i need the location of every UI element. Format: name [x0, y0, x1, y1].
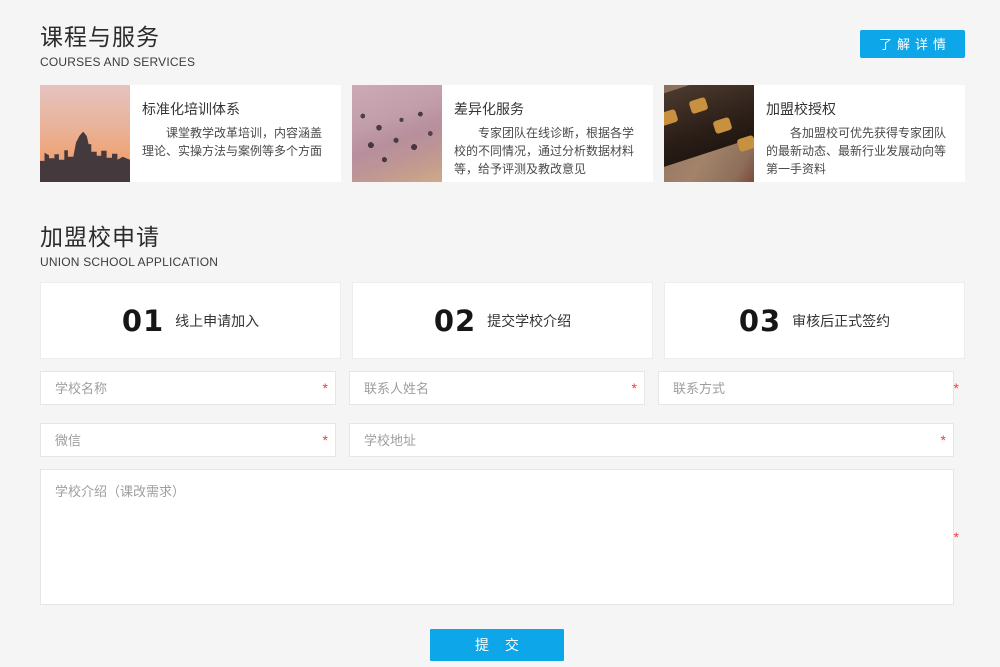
step-label: 线上申请加入	[175, 311, 259, 331]
school-intro-textarea[interactable]	[40, 469, 954, 605]
form-row-2: * *	[40, 423, 954, 457]
application-title: 加盟校申请	[40, 218, 965, 252]
submit-row: 提 交	[40, 629, 954, 661]
service-card-authorization: 加盟校授权 各加盟校可优先获得专家团队的最新动态、最新行业发展动向等第一手资料	[664, 85, 965, 182]
learn-more-button[interactable]: 了解详情	[860, 30, 965, 58]
card-description: 专家团队在线诊断，根据各学校的不同情况，通过分析数据材料等，给予评测及教改意见	[454, 124, 641, 178]
step-number: 01	[122, 304, 164, 338]
courses-heading-block: 课程与服务 COURSES AND SERVICES	[40, 18, 195, 69]
film-strip-image	[664, 85, 754, 182]
card-title: 加盟校授权	[766, 99, 953, 119]
card-description: 课堂教学改革培训，内容涵盖理论、实操方法与案例等多个方面	[142, 124, 329, 160]
application-steps: 01 线上申请加入 02 提交学校介绍 03 审核后正式签约	[40, 282, 965, 359]
contact-phone-input[interactable]	[658, 371, 954, 405]
required-asterisk: *	[323, 381, 328, 395]
required-asterisk: *	[323, 433, 328, 447]
required-asterisk: *	[941, 433, 946, 447]
required-asterisk: *	[632, 381, 637, 395]
page-content: 课程与服务 COURSES AND SERVICES 了解详情 标准化培训体系 …	[40, 0, 965, 661]
wechat-input[interactable]	[40, 423, 336, 457]
courses-title: 课程与服务	[40, 18, 195, 52]
application-form: * * * * * *	[40, 371, 954, 661]
submit-button[interactable]: 提 交	[430, 629, 564, 661]
step-label: 提交学校介绍	[487, 311, 571, 331]
step-3-sign-contract: 03 审核后正式签约	[664, 282, 965, 359]
form-row-3: *	[40, 469, 954, 605]
film-band	[664, 85, 754, 171]
contact-name-input[interactable]	[349, 371, 645, 405]
required-asterisk: *	[954, 530, 959, 544]
step-label: 审核后正式签约	[792, 311, 890, 331]
step-2-submit-intro: 02 提交学校介绍	[352, 282, 653, 359]
step-number: 03	[739, 304, 781, 338]
required-asterisk: *	[954, 381, 959, 395]
step-1-apply-online: 01 线上申请加入	[40, 282, 341, 359]
service-card-differentiated: 差异化服务 专家团队在线诊断，根据各学校的不同情况，通过分析数据材料等，给予评测…	[352, 85, 653, 182]
application-subtitle: UNION SCHOOL APPLICATION	[40, 255, 965, 269]
courses-subtitle: COURSES AND SERVICES	[40, 55, 195, 69]
city-skyline-image	[40, 85, 130, 182]
service-cards: 标准化培训体系 课堂教学改革培训，内容涵盖理论、实操方法与案例等多个方面 差异化…	[40, 85, 965, 182]
school-name-input[interactable]	[40, 371, 336, 405]
step-number: 02	[434, 304, 476, 338]
school-address-input[interactable]	[349, 423, 954, 457]
desert-image	[352, 85, 442, 182]
card-title: 差异化服务	[454, 99, 641, 119]
card-description: 各加盟校可优先获得专家团队的最新动态、最新行业发展动向等第一手资料	[766, 124, 953, 178]
service-card-training: 标准化培训体系 课堂教学改革培训，内容涵盖理论、实操方法与案例等多个方面	[40, 85, 341, 182]
form-row-1: * * *	[40, 371, 954, 405]
application-section-header: 加盟校申请 UNION SCHOOL APPLICATION	[40, 218, 965, 269]
courses-section-header: 课程与服务 COURSES AND SERVICES 了解详情	[40, 0, 965, 69]
skyline-silhouette	[40, 132, 130, 182]
card-title: 标准化培训体系	[142, 99, 329, 119]
